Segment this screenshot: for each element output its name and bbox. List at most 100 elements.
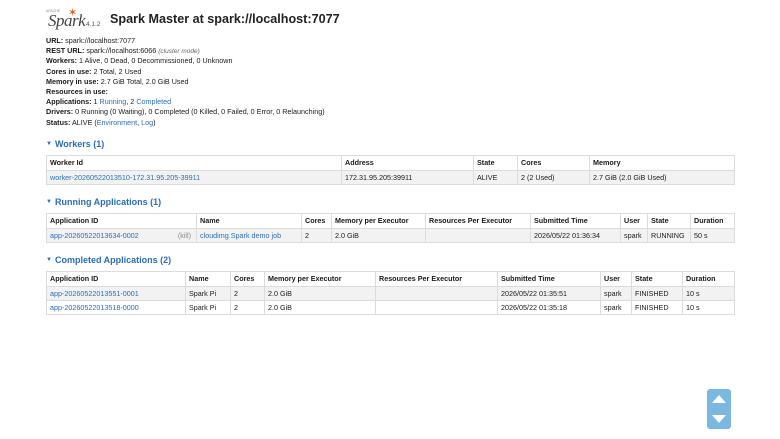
col-memory-per-executor[interactable]: Memory per Executor xyxy=(264,271,376,287)
cores-cell: 2 xyxy=(230,299,265,315)
col-cores[interactable]: Cores xyxy=(230,271,265,287)
user-cell: spark xyxy=(620,227,648,243)
completed-apps-table: Application ID Name Cores Memory per Exe… xyxy=(46,271,735,315)
environment-link[interactable]: Environment xyxy=(97,118,137,127)
table-row: app-20260522013634-0002 (kill) cloudimg S… xyxy=(46,227,735,243)
running-header-row: Application ID Name Cores Memory per Exe… xyxy=(46,213,735,229)
version-label: 4.1.2 xyxy=(86,21,101,28)
spark-star-icon: ✶ xyxy=(68,7,78,19)
app-id-cell: app-20260522013551-0001 xyxy=(46,285,186,301)
resources-cell xyxy=(375,285,498,301)
caret-down-icon: ▼ xyxy=(46,257,52,263)
col-duration[interactable]: Duration xyxy=(690,213,735,229)
state-cell: ALIVE xyxy=(473,169,518,185)
col-memory[interactable]: Memory xyxy=(589,155,735,171)
summary-resources: Resources in use: xyxy=(46,86,108,96)
app-id-cell: app-20260522013518-0000 xyxy=(46,299,186,315)
scroll-up-icon[interactable] xyxy=(712,395,726,403)
scroll-buttons xyxy=(707,389,731,429)
col-application-id[interactable]: Application ID xyxy=(46,271,186,287)
col-cores[interactable]: Cores xyxy=(301,213,332,229)
kill-link[interactable]: (kill) xyxy=(178,231,191,240)
running-apps-table: Application ID Name Cores Memory per Exe… xyxy=(46,213,735,243)
name-cell: cloudimg Spark demo job xyxy=(196,227,302,243)
completed-apps-link[interactable]: Completed xyxy=(136,97,171,106)
scroll-down-icon[interactable] xyxy=(712,415,726,423)
col-state[interactable]: State xyxy=(647,213,691,229)
state-cell: RUNNING xyxy=(647,227,691,243)
page-header: APACHE Spark ✶ 4.1.2 Spark Master at spa… xyxy=(46,6,340,32)
running-section-title: Running Applications (1) xyxy=(54,197,162,207)
running-section-toggle[interactable]: ▼ Running Applications (1) xyxy=(46,197,161,207)
summary-status: Status: ALIVE (Environment, Log) xyxy=(46,117,156,127)
submitted-cell: 2026/05/22 01:35:18 xyxy=(497,299,601,315)
col-cores[interactable]: Cores xyxy=(517,155,590,171)
log-link[interactable]: Log xyxy=(141,118,153,127)
summary-applications: Applications: 1 Running, 2 Completed xyxy=(46,97,172,107)
memory-cell: 2.0 GiB xyxy=(264,299,376,315)
page-title: Spark Master at spark://localhost:7077 xyxy=(110,12,340,26)
name-cell: Spark Pi xyxy=(185,285,231,301)
duration-cell: 10 s xyxy=(682,285,735,301)
summary-memory: Memory in use: 2.7 GiB Total, 2.0 GiB Us… xyxy=(46,76,189,86)
app-link[interactable]: app-20260522013551-0001 xyxy=(50,289,139,298)
workers-header-row: Worker Id Address State Cores Memory xyxy=(46,155,735,171)
worker-link[interactable]: worker-20260522013510-172.31.95.205-3991… xyxy=(50,173,200,182)
memory-cell: 2.7 GiB (2.0 GiB Used) xyxy=(589,169,735,185)
col-resources-per-executor[interactable]: Resources Per Executor xyxy=(375,271,498,287)
caret-down-icon: ▼ xyxy=(46,199,52,205)
summary-url: URL: spark://localhost:7077 xyxy=(46,36,136,45)
cores-cell: 2 xyxy=(230,285,265,301)
cluster-summary: URL: spark://localhost:7077 REST URL: sp… xyxy=(46,36,325,128)
cores-cell: 2 (2 Used) xyxy=(517,169,590,185)
app-name-link[interactable]: cloudimg Spark demo job xyxy=(200,231,281,240)
duration-cell: 10 s xyxy=(682,299,735,315)
name-cell: Spark Pi xyxy=(185,299,231,315)
workers-table: Worker Id Address State Cores Memory wor… xyxy=(46,155,735,185)
completed-header-row: Application ID Name Cores Memory per Exe… xyxy=(46,271,735,287)
app-link[interactable]: app-20260522013518-0000 xyxy=(50,303,139,312)
col-memory-per-executor[interactable]: Memory per Executor xyxy=(331,213,426,229)
col-name[interactable]: Name xyxy=(196,213,302,229)
col-worker-id[interactable]: Worker Id xyxy=(46,155,342,171)
state-cell: FINISHED xyxy=(631,299,683,315)
summary-workers: Workers: 1 Alive, 0 Dead, 0 Decommission… xyxy=(46,56,233,66)
col-application-id[interactable]: Application ID xyxy=(46,213,197,229)
submitted-cell: 2026/05/22 01:36:34 xyxy=(530,227,621,243)
completed-section-toggle[interactable]: ▼ Completed Applications (2) xyxy=(46,255,171,265)
spark-logo[interactable]: APACHE Spark ✶ 4.1.2 xyxy=(46,7,106,31)
address-cell: 172.31.95.205:39911 xyxy=(341,169,474,185)
memory-cell: 2.0 GiB xyxy=(331,227,426,243)
col-submitted-time[interactable]: Submitted Time xyxy=(497,271,601,287)
resources-cell xyxy=(375,299,498,315)
col-user[interactable]: User xyxy=(600,271,632,287)
col-resources-per-executor[interactable]: Resources Per Executor xyxy=(425,213,531,229)
table-row: worker-20260522013510-172.31.95.205-3991… xyxy=(46,169,735,185)
app-link[interactable]: app-20260522013634-0002 xyxy=(50,231,139,240)
logo-spark-text: Spark xyxy=(48,11,86,30)
col-submitted-time[interactable]: Submitted Time xyxy=(530,213,621,229)
app-id-cell: app-20260522013634-0002 (kill) xyxy=(46,227,197,243)
user-cell: spark xyxy=(600,299,632,315)
summary-cores: Cores in use: 2 Total, 2 Used xyxy=(46,66,142,76)
workers-section-toggle[interactable]: ▼ Workers (1) xyxy=(46,139,104,149)
summary-drivers: Drivers: 0 Running (0 Waiting), 0 Comple… xyxy=(46,107,325,117)
memory-cell: 2.0 GiB xyxy=(264,285,376,301)
workers-section-title: Workers (1) xyxy=(54,139,105,149)
table-row: app-20260522013518-0000 Spark Pi 2 2.0 G… xyxy=(46,299,735,315)
col-state[interactable]: State xyxy=(473,155,518,171)
col-address[interactable]: Address xyxy=(341,155,474,171)
duration-cell: 50 s xyxy=(690,227,735,243)
col-state[interactable]: State xyxy=(631,271,683,287)
submitted-cell: 2026/05/22 01:35:51 xyxy=(497,285,601,301)
col-name[interactable]: Name xyxy=(185,271,231,287)
resources-cell xyxy=(425,227,531,243)
worker-id-cell: worker-20260522013510-172.31.95.205-3991… xyxy=(46,169,342,185)
cores-cell: 2 xyxy=(301,227,332,243)
user-cell: spark xyxy=(600,285,632,301)
col-duration[interactable]: Duration xyxy=(682,271,735,287)
col-user[interactable]: User xyxy=(620,213,648,229)
summary-rest-url: REST URL: spark://localhost:6066 (cluste… xyxy=(46,46,200,56)
state-cell: FINISHED xyxy=(631,285,683,301)
running-apps-link[interactable]: Running xyxy=(100,97,127,106)
